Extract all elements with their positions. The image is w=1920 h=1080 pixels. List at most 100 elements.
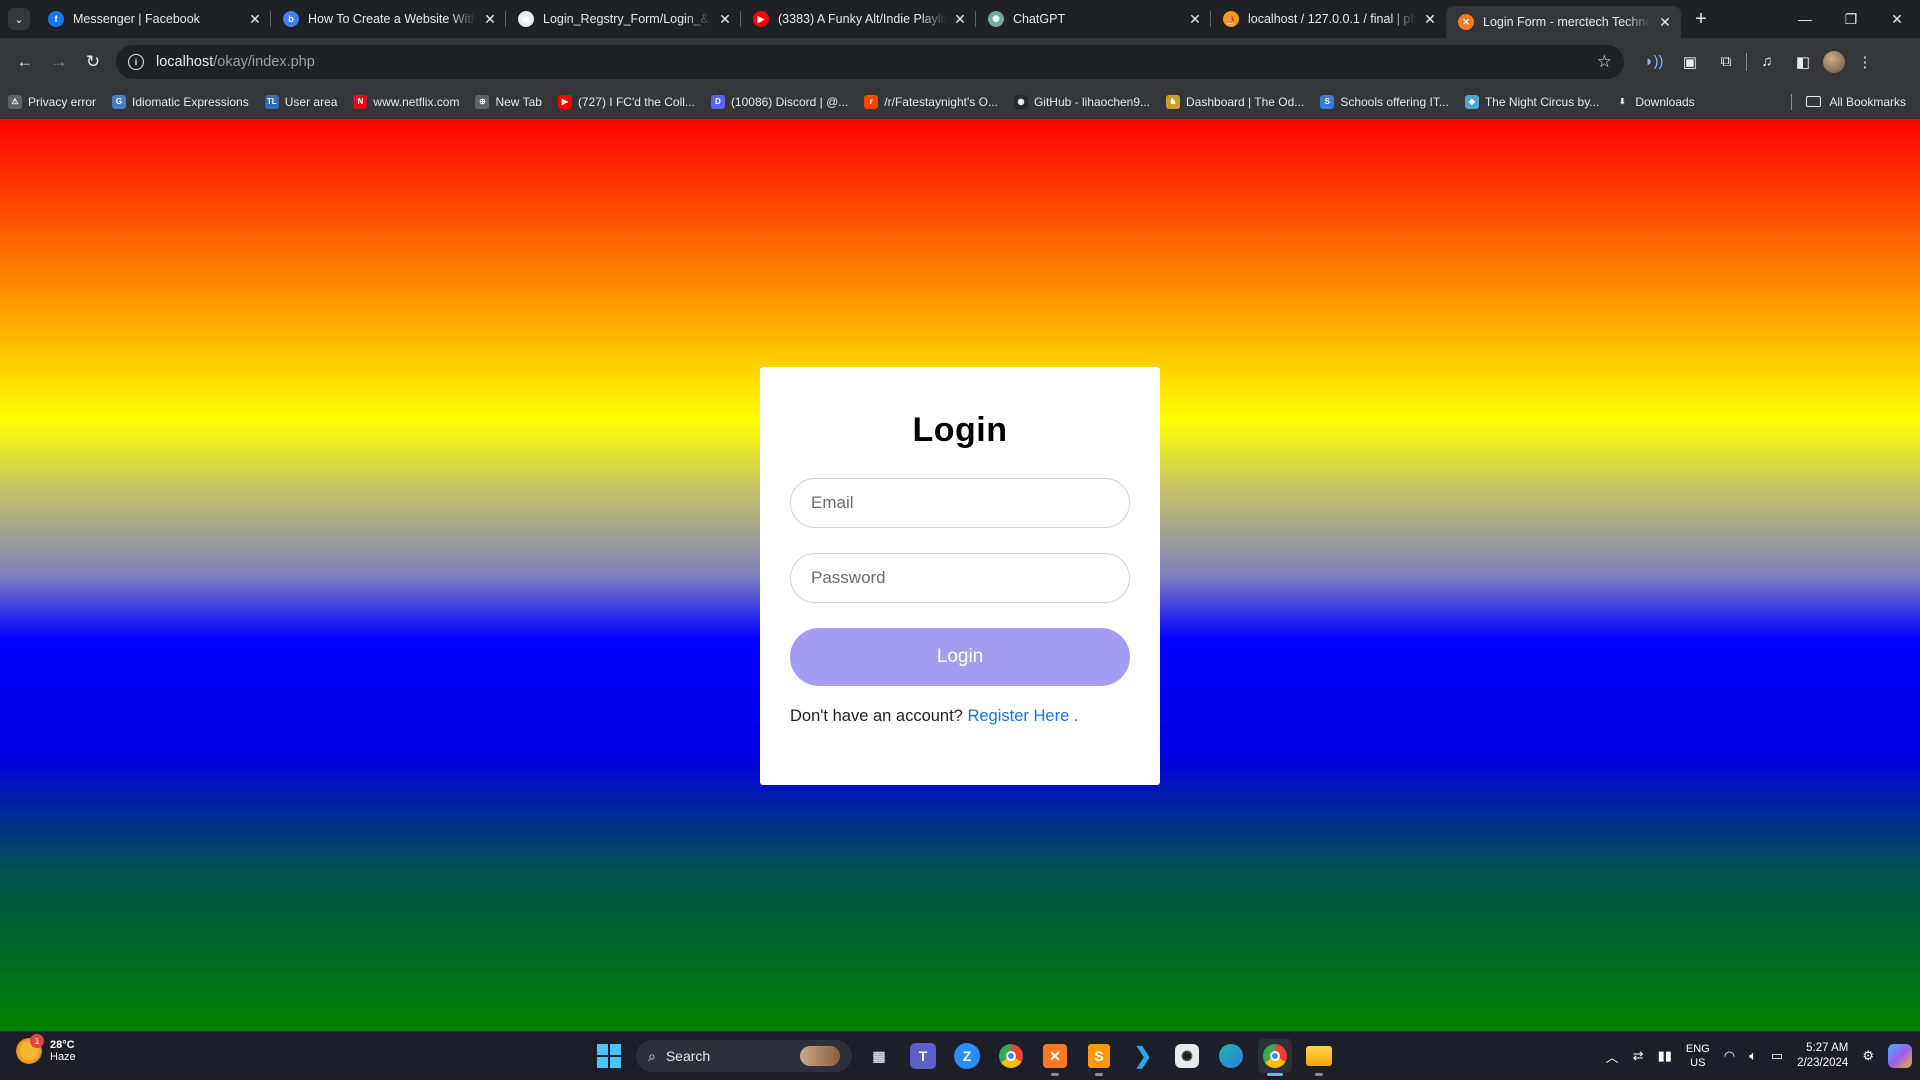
tab-close-icon[interactable]: ✕ <box>247 11 263 27</box>
search-highlight-image <box>800 1046 840 1066</box>
bookmark-item[interactable]: TL User area <box>264 94 337 109</box>
bookmark-favicon-icon: ♞ <box>1166 94 1181 109</box>
bookmark-item[interactable]: ▶ (727) I FC'd the Coll... <box>557 94 695 109</box>
login-button[interactable]: Login <box>790 628 1130 686</box>
bookmark-label: (727) I FC'd the Coll... <box>577 94 695 109</box>
chrome-icon[interactable] <box>994 1039 1028 1073</box>
bookmark-label: www.netflix.com <box>373 94 460 109</box>
tab-close-icon[interactable]: ✕ <box>1187 11 1203 27</box>
tab-6[interactable]: ✕ Login Form - merctech Technologies ✕ <box>1446 6 1681 38</box>
tab-close-icon[interactable]: ✕ <box>1657 14 1673 30</box>
tab-close-icon[interactable]: ✕ <box>1422 11 1438 27</box>
battery-icon[interactable]: ▭ <box>1771 1048 1783 1064</box>
bookmark-item[interactable]: ⚠ Privacy error <box>8 94 97 109</box>
tab-1[interactable]: b How To Create a Website With HTML ✕ <box>271 0 506 38</box>
side-panel-icon[interactable]: ◧ <box>1787 46 1819 78</box>
taskbar-search[interactable]: ⌕ Search <box>636 1040 852 1072</box>
tab-2[interactable]: ◉ Login_Regstry_Form/Login_&_Regstry ✕ <box>506 0 741 38</box>
chrome-active-icon[interactable] <box>1258 1039 1292 1076</box>
bookmark-label: GitHub - lihaochen9... <box>1033 94 1151 109</box>
bookmark-item[interactable]: Nwww.netflix.com <box>353 94 460 109</box>
weather-sun-icon: 1 <box>16 1034 44 1064</box>
notification-icon[interactable]: ⚙ <box>1862 1048 1874 1064</box>
bookmark-favicon-icon: ◉ <box>1013 94 1028 109</box>
tab-0[interactable]: f Messenger | Facebook ✕ <box>36 0 271 38</box>
tab-close-icon[interactable]: ✕ <box>952 11 968 27</box>
restore-button[interactable]: ❐ <box>1828 0 1874 38</box>
edge-icon[interactable] <box>1214 1039 1248 1073</box>
chevron-up-icon[interactable]: ︿ <box>1606 1047 1619 1066</box>
back-button[interactable]: ← <box>8 45 42 79</box>
search-icon: ⌕ <box>648 1047 656 1064</box>
bookmark-star-icon[interactable]: ☆ <box>1597 52 1612 72</box>
profile-avatar[interactable] <box>1823 50 1845 73</box>
weather-widget[interactable]: 1 28°C Haze <box>16 1034 76 1064</box>
reload-button[interactable]: ↻ <box>76 45 110 79</box>
tab-title: localhost / 127.0.0.1 / final | phpMyAdm… <box>1248 12 1416 26</box>
sync-icon[interactable]: ⇄ <box>1633 1048 1644 1064</box>
tab-4[interactable]: ✺ ChatGPT ✕ <box>976 0 1211 38</box>
bookmark-item[interactable]: ♞ Dashboard | The Od... <box>1166 94 1305 109</box>
close-window-button[interactable]: ✕ <box>1874 0 1920 38</box>
bookmark-favicon-icon: ⊕ <box>475 94 490 109</box>
bookmark-favicon-icon: G <box>112 94 127 109</box>
bookmark-label: (10086) Discord | @... <box>730 94 849 109</box>
sublime-text-icon[interactable]: S <box>1082 1039 1116 1076</box>
bookmark-item[interactable]: D (10086) Discord | @... <box>710 94 849 109</box>
browser-icon: b <box>283 11 299 27</box>
zoom-icon[interactable]: Z <box>950 1039 984 1073</box>
menu-kebab-icon[interactable]: ⋮ <box>1849 46 1881 78</box>
chatgpt-app-icon[interactable]: ✺ <box>1170 1039 1204 1073</box>
read-aloud-icon[interactable]: ◗)) <box>1638 46 1670 78</box>
tab-search-button[interactable]: ⌄ <box>8 8 30 30</box>
tab-5[interactable]: ⛵ localhost / 127.0.0.1 / final | phpMyAd… <box>1211 0 1446 38</box>
wifi-icon[interactable]: ◠ <box>1724 1048 1735 1064</box>
site-info-icon[interactable]: i <box>128 53 144 70</box>
chatgpt-icon: ✺ <box>988 11 1004 27</box>
tab-3[interactable]: ▶ (3383) A Funky Alt/Indie Playlist ✕ <box>741 0 976 38</box>
minimize-button[interactable]: — <box>1782 0 1828 38</box>
volume-icon[interactable]: 🔈︎ <box>1749 1048 1757 1064</box>
browser-toolbar: ← → ↻ i localhost/okay/index.php ☆ ◗)) ▣… <box>0 38 1920 85</box>
bookmarks-divider <box>1791 94 1792 110</box>
media-control-icon[interactable]: ♫ <box>1751 46 1783 78</box>
windows-taskbar: 1 28°C Haze ⌕ Search ▦ T Z ✕ S ❯ ✺ ︿ ⇄ ▮… <box>0 1031 1920 1079</box>
task-view-icon[interactable]: ▦ <box>862 1039 896 1073</box>
tab-close-icon[interactable]: ✕ <box>482 11 498 27</box>
start-button[interactable] <box>592 1039 626 1073</box>
bar-chart-icon[interactable]: ▮▮ <box>1658 1048 1672 1064</box>
windows-logo-icon <box>597 1044 608 1055</box>
address-bar[interactable]: i localhost/okay/index.php ☆ <box>116 44 1624 79</box>
tab-close-icon[interactable]: ✕ <box>717 11 733 27</box>
file-explorer-icon[interactable] <box>1302 1039 1336 1076</box>
all-bookmarks-button[interactable]: All Bookmarks <box>1806 95 1906 109</box>
xampp-icon[interactable]: ✕ <box>1038 1039 1072 1076</box>
bookmark-label: Dashboard | The Od... <box>1186 94 1305 109</box>
new-tab-button[interactable]: + <box>1687 5 1715 33</box>
bookmark-item[interactable]: ⬇ Downloads <box>1615 94 1695 109</box>
teams-icon[interactable]: T <box>910 1043 936 1069</box>
language-indicator[interactable]: ENG US <box>1686 1042 1710 1070</box>
bookmark-item[interactable]: ◉ GitHub - lihaochen9... <box>1013 94 1151 109</box>
puzzle-icon[interactable]: ⧉ <box>1710 46 1742 78</box>
forward-button[interactable]: → <box>42 45 76 79</box>
vscode-icon[interactable]: ❯ <box>1126 1039 1160 1073</box>
bookmark-item[interactable]: ◆ The Night Circus by... <box>1464 94 1599 109</box>
clock[interactable]: 5:27 AM 2/23/2024 <box>1797 1041 1848 1071</box>
bookmark-item[interactable]: G Idiomatic Expressions <box>112 94 249 109</box>
login-title: Login <box>912 411 1008 449</box>
bookmark-item[interactable]: r/r/Fatestaynight's O... <box>864 94 998 109</box>
region-code: US <box>1690 1057 1706 1069</box>
bookmark-favicon-icon: D <box>710 94 725 109</box>
extension-icon[interactable]: ▣ <box>1674 46 1706 78</box>
bookmark-item[interactable]: ⊕ New Tab <box>475 94 542 109</box>
bookmark-item[interactable]: S Schools offering IT... <box>1320 94 1449 109</box>
tab-title: Login Form - merctech Technologies <box>1483 15 1651 29</box>
taskbar-apps: ⌕ Search ▦ T Z ✕ S ❯ ✺ <box>592 1032 1336 1080</box>
copilot-icon[interactable] <box>1888 1044 1912 1068</box>
password-field[interactable] <box>790 553 1130 603</box>
register-link[interactable]: Register Here . <box>967 707 1078 725</box>
bookmark-label: Privacy error <box>28 94 97 109</box>
tab-title: Messenger | Facebook <box>73 12 200 26</box>
email-field[interactable] <box>790 478 1130 528</box>
